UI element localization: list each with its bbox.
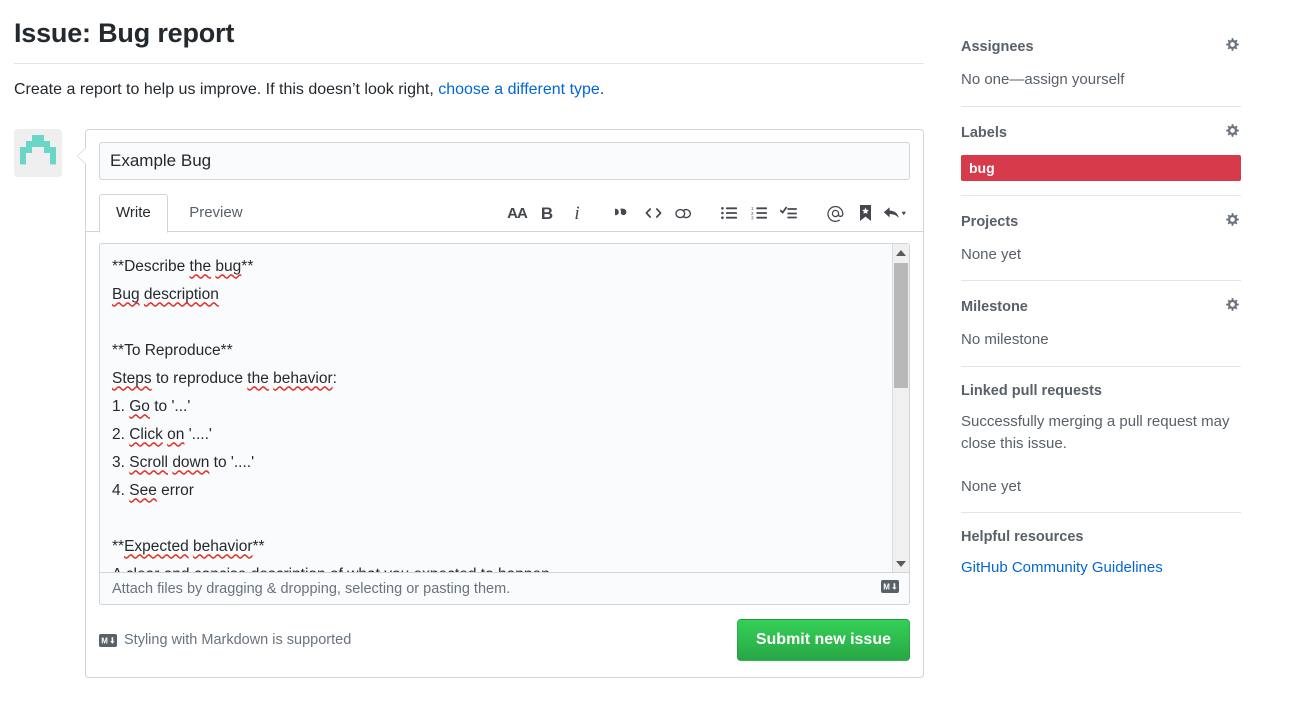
milestone-value: No milestone <box>961 331 1049 348</box>
svg-text:M: M <box>883 583 890 592</box>
milestone-header: Milestone <box>961 296 1241 318</box>
sidebar-section-helpful-resources: Helpful resources GitHub Community Guide… <box>961 512 1241 594</box>
svg-text:3: 3 <box>751 216 754 220</box>
linked-prs-title: Linked pull requests <box>961 382 1102 399</box>
user-identicon <box>14 129 62 178</box>
page-subtitle: Create a report to help us improve. If t… <box>14 79 924 101</box>
quote-icon[interactable] <box>608 199 638 227</box>
attach-files-text: Attach files by dragging & dropping, sel… <box>112 580 511 597</box>
scrollbar-thumb[interactable] <box>894 263 908 389</box>
editor-tabs: Write Preview AA B i 1 2 3 <box>86 184 923 234</box>
avatar <box>14 129 62 178</box>
gear-icon[interactable] <box>1224 211 1241 233</box>
scroll-up-arrow-icon[interactable] <box>893 244 909 261</box>
sidebar-section-milestone: Milestone No milestone <box>961 280 1241 366</box>
comment-body-wrap: **Describe the bug** Bug description **T… <box>86 243 923 606</box>
assignees-header: Assignees <box>961 36 1241 58</box>
compose-row: Write Preview AA B i <box>14 129 924 679</box>
unordered-list-icon[interactable] <box>714 199 744 227</box>
helpful-resources-header: Helpful resources <box>961 528 1241 546</box>
community-guidelines-link[interactable]: GitHub Community Guidelines <box>961 559 1163 576</box>
sidebar-section-labels: Labels bug <box>961 105 1241 195</box>
bold-icon[interactable]: B <box>532 199 562 227</box>
submit-new-issue-button[interactable]: Submit new issue <box>736 619 910 662</box>
sidebar-section-assignees: Assignees No one—assign yourself <box>961 36 1241 106</box>
comment-footer: M Styling with Markdown is supported Sub… <box>86 605 923 677</box>
svg-text:M: M <box>101 636 108 645</box>
assignees-value[interactable]: No one—assign yourself <box>961 69 1241 92</box>
task-list-icon[interactable] <box>774 199 804 227</box>
reference-icon[interactable] <box>850 199 880 227</box>
markdown-badge-icon: M <box>99 633 117 647</box>
projects-header: Projects <box>961 211 1241 233</box>
helpful-resources-title: Helpful resources <box>961 529 1084 545</box>
attach-files-row[interactable]: Attach files by dragging & dropping, sel… <box>99 573 910 606</box>
subtitle-text-before: Create a report to help us improve. If t… <box>14 81 439 99</box>
tab-preview-label: Preview <box>189 204 243 222</box>
reply-icon[interactable] <box>880 199 910 227</box>
markdown-note: M Styling with Markdown is supported <box>99 632 351 648</box>
labels-list: bug <box>961 154 1241 181</box>
ordered-list-icon[interactable]: 1 2 3 <box>744 199 774 227</box>
tab-preview[interactable]: Preview <box>172 194 259 232</box>
main-column: Issue: Bug report Create a report to hel… <box>14 18 924 679</box>
labels-title: Labels <box>961 124 1007 141</box>
linked-prs-value: None yet <box>961 477 1022 495</box>
page-title: Issue: Bug report <box>14 18 235 48</box>
projects-title: Projects <box>961 213 1019 230</box>
comment-textarea[interactable]: **Describe the bug** Bug description **T… <box>99 243 910 574</box>
helpful-resources-body: GitHub Community Guidelines <box>961 557 1241 580</box>
issue-new-page: Issue: Bug report Create a report to hel… <box>0 0 1305 710</box>
sidebar-section-projects: Projects None yet <box>961 194 1241 281</box>
tab-write-label: Write <box>116 204 151 222</box>
projects-value: None yet <box>961 245 1022 263</box>
gear-icon[interactable] <box>1224 122 1241 144</box>
mention-icon[interactable] <box>820 199 850 227</box>
code-icon[interactable] <box>638 199 668 227</box>
italic-icon[interactable]: i <box>562 199 592 227</box>
milestone-title: Milestone <box>961 299 1028 315</box>
linked-prs-header: Linked pull requests <box>961 382 1241 400</box>
label-chip-bug[interactable]: bug <box>961 154 1241 181</box>
linked-prs-description: Successfully merging a pull request may … <box>961 412 1230 453</box>
labels-header: Labels <box>961 122 1241 144</box>
textarea-scrollbar[interactable] <box>892 244 909 573</box>
markdown-note-text: Styling with Markdown is supported <box>124 632 352 649</box>
comment-box: Write Preview AA B i <box>77 129 924 679</box>
comment-text: **Describe the bug** Bug description **T… <box>112 258 554 572</box>
markdown-badge-icon: M <box>881 580 899 594</box>
assignees-title: Assignees <box>961 39 1034 55</box>
title-divider <box>14 63 924 65</box>
tab-write[interactable]: Write <box>99 194 168 234</box>
link-icon[interactable] <box>668 199 698 227</box>
title-field-wrap <box>86 130 923 184</box>
scroll-down-arrow-icon[interactable] <box>893 555 909 572</box>
markdown-toolbar: AA B i 1 2 3 <box>502 198 910 228</box>
subtitle-text-after: . <box>599 81 605 99</box>
heading-icon[interactable]: AA <box>502 199 532 227</box>
gear-icon[interactable] <box>1224 296 1241 318</box>
issue-sidebar: Assignees No one—assign yourself Labels <box>961 36 1241 594</box>
issue-title-input[interactable] <box>99 142 910 181</box>
gear-icon[interactable] <box>1224 36 1241 58</box>
sidebar-section-linked-prs: Linked pull requests Successfully mergin… <box>961 365 1241 513</box>
choose-different-type-link[interactable]: choose a different type <box>438 81 600 98</box>
